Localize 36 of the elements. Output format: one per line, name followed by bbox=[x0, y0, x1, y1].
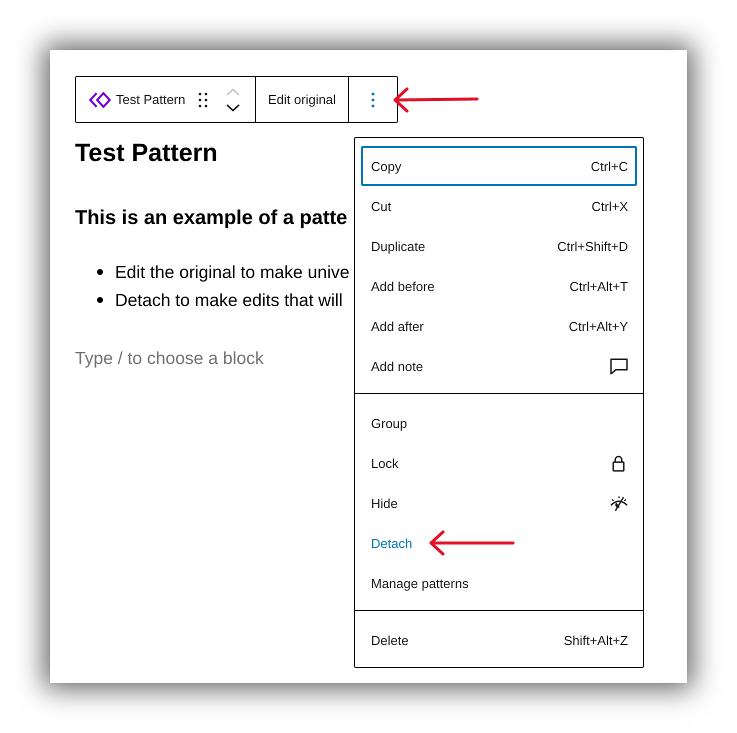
menu-item[interactable]: Group bbox=[361, 403, 637, 443]
menu-item[interactable]: Detach bbox=[361, 523, 637, 563]
shortcut-text: Ctrl+C bbox=[590, 158, 628, 174]
menu-item[interactable]: Add note bbox=[361, 346, 637, 386]
chevron-down-icon bbox=[226, 104, 240, 112]
drag-handle-icon[interactable] bbox=[198, 92, 208, 108]
move-down-button[interactable] bbox=[226, 104, 240, 112]
edit-original-button[interactable]: Edit original bbox=[256, 77, 348, 122]
vertical-ellipsis-icon bbox=[370, 92, 375, 108]
menu-item[interactable]: Lock bbox=[361, 443, 637, 483]
shortcut-text: Ctrl+Alt+T bbox=[569, 278, 628, 294]
lead-paragraph: This is an example of a patte bbox=[75, 206, 348, 231]
lock-icon bbox=[612, 454, 625, 472]
menu-item[interactable]: Duplicate Ctrl+Shift+D bbox=[361, 226, 637, 266]
eye-slash-icon bbox=[610, 494, 628, 512]
menu-item[interactable]: Copy Ctrl+C bbox=[361, 146, 637, 186]
chevron-up-icon bbox=[226, 88, 240, 96]
menu-item[interactable]: Add before Ctrl+Alt+T bbox=[361, 266, 637, 306]
speech-bubble-icon bbox=[610, 358, 628, 374]
bullet-icon bbox=[97, 269, 103, 275]
bullet-icon bbox=[97, 297, 103, 303]
list-item-text: Edit the original to make unive bbox=[115, 261, 350, 284]
menu-item[interactable]: Cut Ctrl+X bbox=[361, 186, 637, 226]
shortcut-text: Ctrl+Alt+Y bbox=[568, 318, 628, 334]
menu-item[interactable]: Hide bbox=[361, 483, 637, 523]
pattern-heading: Test Pattern bbox=[75, 138, 218, 169]
menu-item[interactable]: Manage patterns bbox=[361, 563, 637, 603]
diamond-chevron-icon bbox=[89, 92, 111, 108]
block-input-field[interactable]: Type / to choose a block bbox=[75, 344, 345, 372]
menu-item[interactable]: Add after Ctrl+Alt+Y bbox=[361, 306, 637, 346]
list-item-text: Detach to make edits that will bbox=[115, 289, 343, 312]
shortcut-text: Ctrl+X bbox=[592, 198, 628, 214]
shortcut-text: Shift+Alt+Z bbox=[564, 632, 628, 648]
menu-item[interactable]: Delete Shift+Alt+Z bbox=[361, 620, 637, 660]
pattern-switcher-button[interactable]: Test Pattern bbox=[89, 82, 186, 118]
shortcut-text: Ctrl+Shift+D bbox=[557, 238, 628, 254]
